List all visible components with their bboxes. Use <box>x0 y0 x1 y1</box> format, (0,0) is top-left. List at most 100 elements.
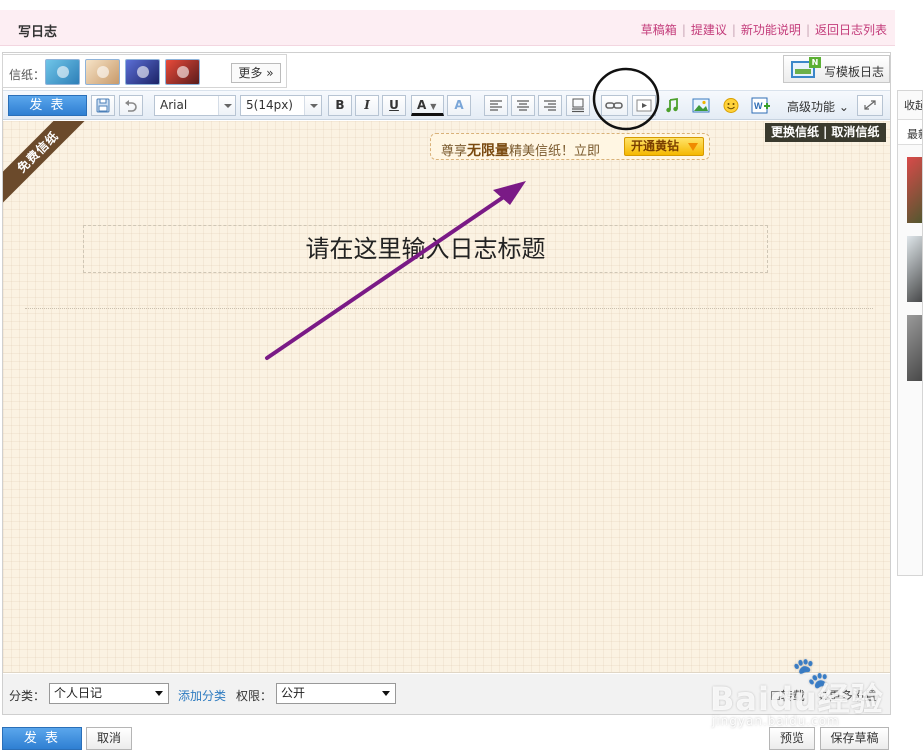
chevron-down-icon: ▼ <box>430 102 437 111</box>
underline-button[interactable]: U <box>382 95 406 116</box>
promo-suffix: 精美信纸！立即 <box>509 144 601 159</box>
side-thumbnail-3[interactable] <box>907 315 922 381</box>
editor-canvas[interactable]: 免费信纸 尊享无限量精美信纸！立即 开通黄钻 更换信纸 | 取消信纸 请在这里输入日… <box>3 121 890 673</box>
chevron-down-icon: ⌄ <box>835 100 849 114</box>
promo-text: 尊享无限量精美信纸！立即 <box>441 140 600 160</box>
side-panel-tab-latest[interactable]: 最新 <box>898 119 922 145</box>
header-links: 草稿箱 | 提建议 | 新功能说明 | 返回日志列表 <box>641 21 887 38</box>
link-separator: | <box>805 23 810 37</box>
repost-option[interactable]: ☐转载 <box>770 687 805 704</box>
post-options-bar: 分类： 个人日记 添加分类 权限： 公开 ☐转载 ⚙更多设置 <box>3 674 890 714</box>
font-color-letter: A <box>417 98 427 112</box>
vip-label: 开通黄钻 <box>631 139 680 153</box>
chevron-down-icon <box>382 691 390 696</box>
diary-title-input[interactable]: 请在这里输入日志标题 <box>83 225 768 273</box>
font-size-value: 5(14px) <box>246 98 293 112</box>
permission-label: 权限： <box>236 689 273 703</box>
chevron-down-icon <box>304 96 321 115</box>
font-size-select[interactable]: 5(14px) <box>240 95 322 116</box>
save-icon[interactable] <box>91 95 115 116</box>
publish-button-top[interactable]: 发 表 <box>8 95 87 116</box>
italic-button[interactable]: I <box>355 95 379 116</box>
stationery-thumb-1[interactable] <box>45 59 80 85</box>
undo-icon[interactable] <box>119 95 143 116</box>
preview-button[interactable]: 预览 <box>769 727 815 750</box>
add-category-link[interactable]: 添加分类 <box>178 687 226 704</box>
new-badge: N <box>809 57 821 68</box>
gear-icon: ⚙ <box>818 689 829 703</box>
emoji-icon[interactable] <box>719 95 743 116</box>
more-settings-label: 更多设置 <box>828 689 877 703</box>
permission-value: 公开 <box>281 686 306 700</box>
side-panel: 收起 最新 <box>897 90 923 576</box>
cancel-stationery-link[interactable]: 取消信纸 <box>831 125 879 139</box>
save-draft-button[interactable]: 保存草稿 <box>820 727 889 750</box>
category-select[interactable]: 个人日记 <box>49 683 169 704</box>
advanced-label: 高级功能 <box>787 100 836 114</box>
stationery-thumb-2[interactable] <box>85 59 120 85</box>
music-note-icon[interactable] <box>660 95 684 116</box>
side-thumbnail-1[interactable] <box>907 157 922 223</box>
align-center-icon[interactable] <box>511 95 535 116</box>
image-icon[interactable] <box>689 95 713 116</box>
double-chevron-down-icon: » <box>262 66 274 80</box>
font-family-select[interactable]: Arial <box>154 95 236 116</box>
checkbox-icon: ☐ <box>770 689 781 703</box>
promo-bold: 无限量 <box>467 143 510 159</box>
link-separator: | <box>681 23 686 37</box>
back-to-list-link[interactable]: 返回日志列表 <box>815 23 887 37</box>
editor-toolbar: 发 表 Arial 5(14px) B I U A ▼ A W 高级功能 ⌄ <box>3 90 890 120</box>
free-stationery-ribbon: 免费信纸 <box>3 121 93 211</box>
side-thumbnail-2[interactable] <box>907 236 922 302</box>
link-icon[interactable] <box>601 95 628 116</box>
suggest-link[interactable]: 提建议 <box>691 23 727 37</box>
permission-select[interactable]: 公开 <box>276 683 396 704</box>
more-label: 更多 <box>238 66 263 80</box>
video-play-icon[interactable] <box>632 95 656 116</box>
title-divider <box>25 308 873 309</box>
watermark-url: jingyan.baidu.com <box>712 714 840 728</box>
thumb-image-icon <box>137 66 149 78</box>
word-import-icon[interactable]: W <box>748 95 773 116</box>
highlight-button[interactable]: A <box>447 95 471 116</box>
format-icon[interactable] <box>566 95 590 116</box>
stationery-actions: 更换信纸 | 取消信纸 <box>765 123 886 142</box>
thumb-image-icon <box>177 66 189 78</box>
change-stationery-link[interactable]: 更换信纸 <box>771 125 819 139</box>
more-settings-link[interactable]: ⚙更多设置 <box>818 687 877 704</box>
font-family-value: Arial <box>160 98 188 112</box>
chevron-down-icon <box>688 143 698 151</box>
vip-promo-banner: 尊享无限量精美信纸！立即 开通黄钻 <box>430 133 710 160</box>
open-vip-button[interactable]: 开通黄钻 <box>624 137 704 156</box>
cancel-button[interactable]: 取消 <box>86 727 132 750</box>
align-left-icon[interactable] <box>484 95 508 116</box>
page-title: 写日志 <box>18 25 58 40</box>
category-value: 个人日记 <box>54 686 103 700</box>
repost-label: 转载 <box>780 689 805 703</box>
link-separator: | <box>731 23 736 37</box>
template-label: 写模板日志 <box>824 65 885 79</box>
fullscreen-expand-icon[interactable] <box>857 95 883 116</box>
bold-button[interactable]: B <box>328 95 352 116</box>
advanced-features-dropdown[interactable]: 高级功能 ⌄ <box>787 98 849 115</box>
align-right-icon[interactable] <box>538 95 562 116</box>
publish-button-bottom[interactable]: 发 表 <box>2 727 82 750</box>
stationery-thumb-4[interactable] <box>165 59 200 85</box>
drafts-link[interactable]: 草稿箱 <box>641 23 677 37</box>
stationery-thumb-3[interactable] <box>125 59 160 85</box>
more-stationery-button[interactable]: 更多 » <box>231 63 281 83</box>
category-label: 分类： <box>9 689 46 703</box>
page-header: 写日志 草稿箱 | 提建议 | 新功能说明 | 返回日志列表 <box>0 10 895 46</box>
side-panel-title[interactable]: 收起 <box>904 97 922 113</box>
link-separator: | <box>823 125 828 139</box>
free-ribbon-label: 免费信纸 <box>3 121 92 206</box>
new-features-link[interactable]: 新功能说明 <box>741 23 801 37</box>
chevron-down-icon <box>218 96 235 115</box>
promo-prefix: 尊享 <box>441 144 468 159</box>
thumb-image-icon <box>57 66 69 78</box>
stationery-label: 信纸： <box>9 68 46 82</box>
template-diary-button[interactable]: N 写模板日志 <box>783 55 890 83</box>
thumb-image-icon <box>97 66 109 78</box>
stationery-picker: 信纸： 更多 » <box>2 54 287 88</box>
font-color-button[interactable]: A ▼ <box>411 95 444 116</box>
